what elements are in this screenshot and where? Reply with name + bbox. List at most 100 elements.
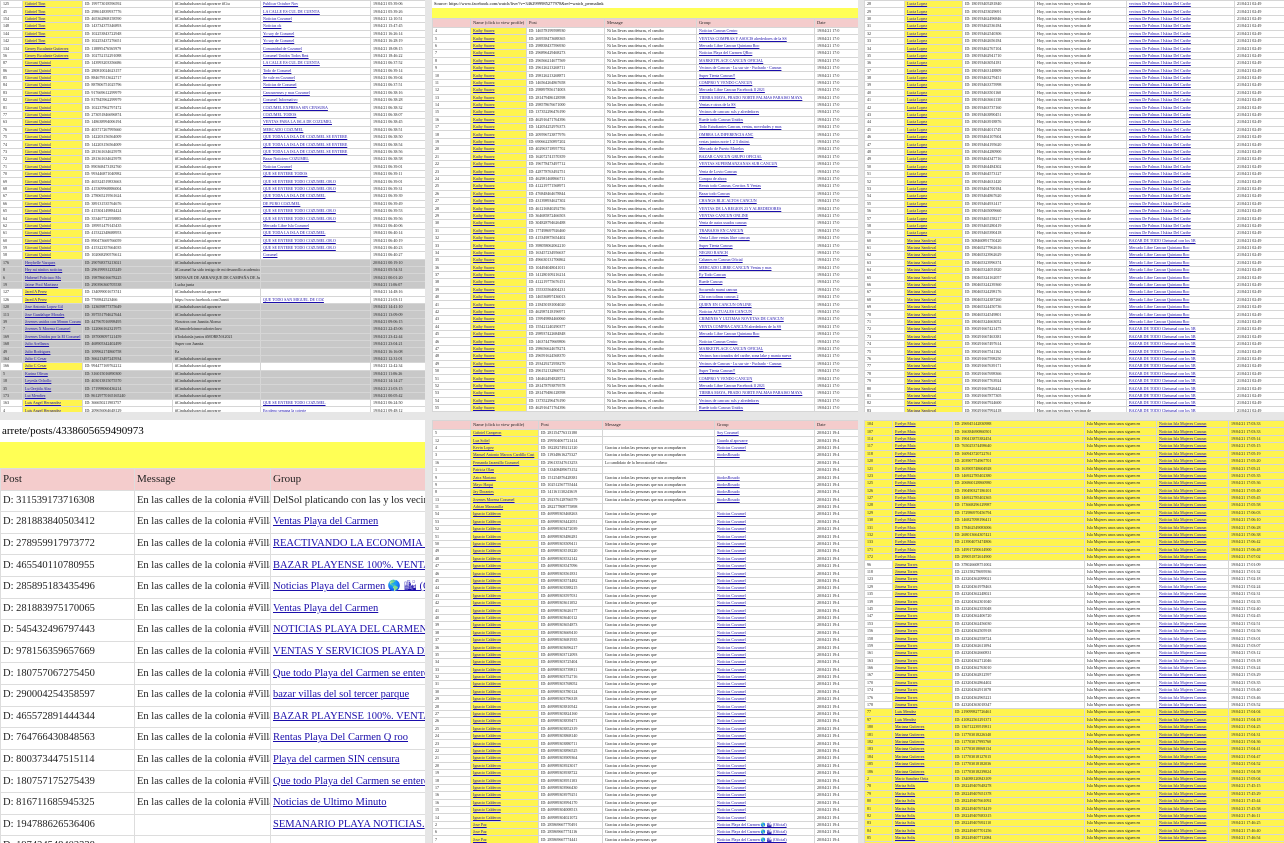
group-link[interactable]: Noticias Cozumel [714,613,815,623]
group-link[interactable]: Noticias Isla Mujeres Cancun [1156,604,1229,614]
profile-name-link[interactable]: Ignacio Calderon [470,613,539,623]
profile-name-link[interactable]: Lui Mendiez [22,391,83,401]
group-link[interactable]: Noticias Isla Mujeres Cancun [1156,804,1229,813]
group-link[interactable]: Noticias Cozumel [714,517,815,527]
group-link[interactable]: Compra de ahora [696,174,815,184]
profile-name-link[interactable]: Ignacio Calderon [470,517,539,527]
profile-name-link[interactable]: Mariana Sandoval [904,236,963,245]
group-link[interactable]: QUE SE ENTERE TODO COZUMEL OR.O [260,214,371,223]
profile-name-link[interactable]: Kathy Suarez [470,329,527,339]
profile-name-link[interactable]: Giovani Quintal [22,236,83,245]
profile-name-link[interactable]: Karina Olivan [22,369,83,378]
group-link[interactable]: Noticias Isla Mujeres Cancun [1156,796,1229,806]
group-link[interactable]: Noticias Isla Mujeres Cancun [1156,730,1229,739]
profile-name-link[interactable]: Kathy Suarez [470,233,527,243]
group-link[interactable]: Mercado Libre Cancun Facebook ll 2021 [696,381,815,391]
profile-name-link[interactable]: Mariana Sandoval [904,325,963,334]
profile-name-link[interactable]: Patricia Olan [470,465,539,475]
group-link[interactable]: Vecinos fraccionados del caribe, zona la… [696,352,815,361]
group-link[interactable]: COMPRO Y VENDO CANCUN [696,78,815,88]
group-link[interactable]: Noticias Isla Mujeres Cancun [1156,722,1229,732]
profile-name-link[interactable]: Ignacio Calderon [470,658,539,667]
profile-name-link[interactable]: Ignacio Calderon [470,687,539,697]
group-link[interactable]: Noticias Cancun Centro [696,26,815,36]
group-link[interactable]: #todosRosado [714,480,815,490]
profile-name-link[interactable]: Ignacio Calderon [470,791,539,800]
group-link[interactable]: Noticias Cozumel [714,554,815,564]
group-link[interactable]: Noticias Cozumel [714,695,815,704]
profile-name-link[interactable]: Evelyn Mata [892,530,953,540]
group-link[interactable]: Noticias Isla Mujeres Cancun [1156,671,1229,680]
group-link[interactable]: Rentas Playa Del Carmen Q roo [270,727,425,750]
group-link[interactable]: Noticias Isla Mujeres Cancun [1156,649,1229,658]
group-link[interactable]: Vecinos de cancun: ssls y alrededores [696,396,815,405]
group-link[interactable]: Noticias Cozumel [714,532,815,541]
group-link[interactable]: QUE TODA LA ISLA DE COZUMEL [260,229,371,238]
profile-name-link[interactable]: Lucia Lopez [904,66,963,75]
group-link[interactable]: BAZAR PLAYENSE 100%. VENTA [270,705,425,729]
profile-name-link[interactable]: Giovani Quintal [22,214,83,223]
profile-name-link[interactable]: Leyesla Ochollo [22,376,83,386]
group-link[interactable]: COZUMEL TODOS [260,110,371,120]
profile-name-link[interactable]: Giovani Quintal [22,73,83,83]
profile-name-link[interactable]: Giovani Quintal [22,199,83,208]
group-link[interactable]: vecinos De Palmas I Iskiza Del Caribe [1126,88,1235,98]
group-link[interactable]: Noticias Cancun Centro [696,337,815,346]
profile-name-link[interactable]: Jovenes unidos con Mrmm Cozum [22,317,83,327]
group-link[interactable]: BAZAR DE TODO Chetumal con los 5B [1126,347,1235,356]
profile-name-link[interactable]: Ignacio Calderon [470,584,539,593]
group-link[interactable]: Noticias Isla Mujeres Cancun [1156,545,1229,555]
profile-name-link[interactable]: Jovenes X Morena Cozumel [22,325,83,334]
profile-name-link[interactable]: Ignacio Calderon [470,813,539,822]
profile-name-link[interactable]: Kathy Suarez [470,137,527,147]
profile-name-link[interactable]: Lucia Lopez [904,14,963,24]
group-link[interactable]: Noticias Cozumel [714,665,815,674]
group-link[interactable]: BAZAR DE TODO Chetumal con los 5B [1126,369,1235,378]
profile-name-link[interactable]: Lucia Lopez [904,162,963,172]
group-link[interactable]: Playa del carmen SIN censura [270,748,425,772]
group-link[interactable]: Noticias Isla Mujeres Cancun [1156,434,1229,444]
group-link[interactable]: QUIEN EN CANCUN ONLINE [696,300,815,309]
group-link[interactable]: Bazar Noticiero COZUMEL [260,155,371,164]
group-link[interactable]: Noticias Cozumel [714,584,815,593]
profile-name-link[interactable]: Mariana Sandoval [904,376,963,386]
group-link[interactable]: Mercado Libre Cancun Quintana Roo [696,41,815,51]
group-link[interactable]: Noticias Cozumel [714,539,815,549]
group-link[interactable]: Noticias Cozumel [714,635,815,645]
profile-name-link[interactable]: Lucia Lopez [904,88,963,98]
group-link[interactable]: QUE SE ENTERE TODO COZUMEL OR.O [260,177,371,186]
group-link[interactable]: Mercado Libre Cancun Quintana Roo [1126,302,1235,312]
group-link[interactable]: Noticias Cozumel [714,724,815,734]
profile-name-link[interactable]: Evelyn Mata [892,420,953,429]
group-link[interactable]: Comunidad de Cozumel [260,44,371,53]
profile-name-link[interactable]: Lucia Lopez [904,125,963,135]
group-link[interactable]: Noticias Isla Mujeres Cancun [1156,678,1229,688]
group-link[interactable]: vecinos De Palmas I Iskiza Del Caribe [1126,125,1235,135]
group-link[interactable]: Cozumel [260,251,371,260]
group-link[interactable]: Noticias Isla Mujeres Cancun [1156,782,1229,791]
profile-name-link[interactable]: Lucia Lopez [904,140,963,149]
group-link[interactable]: REACTIVANDO LA ECONOMIA P [270,532,425,556]
profile-name-link[interactable]: Kathy Suarez [470,145,527,154]
profile-name-link[interactable]: Giovani Quintal [22,88,83,98]
profile-name-link[interactable]: Ignacio Calderon [470,746,539,756]
profile-name-link[interactable]: Kathy Suarez [470,26,527,36]
profile-name-link[interactable]: Jose Guadalupe Morales [22,310,83,319]
profile-name-link[interactable]: Jimena Torres [892,649,953,658]
group-link[interactable]: vecinos De Palmas I Iskiza Del Caribe [1126,96,1235,105]
profile-name-link[interactable]: Kathy Suarez [470,270,527,280]
group-link[interactable]: Noticias Isla Mujeres Cancun [1156,774,1229,784]
group-link[interactable]: MERCADO LIBRE CANCUN Ventas y mas [696,263,815,272]
profile-name-link[interactable]: Ignacio Calderon [470,628,539,637]
group-link[interactable]: Ey Todo Cancun [696,270,815,280]
profile-name-link[interactable]: Lucia Lopez [904,221,963,231]
profile-name-link[interactable]: Jimena Torres [892,678,953,688]
group-link[interactable]: Noticias Isla Mujeres Cancun [1156,612,1229,621]
group-link[interactable]: BAZAR DE TODO Chetumal con los 5B [1126,391,1235,401]
group-link[interactable]: Mercado Libre Isla Cozumel [260,221,371,231]
profile-name-link[interactable]: Julio C Cesar [22,362,83,371]
group-link[interactable]: Yo soy de Cozumel [260,36,371,46]
group-link[interactable]: Venta de Lovio Cancun [696,167,815,176]
group-link[interactable]: Noticias Isla Mujeres Cancun [1156,626,1229,636]
profile-name-link[interactable]: Evelyn Mata [892,538,953,547]
